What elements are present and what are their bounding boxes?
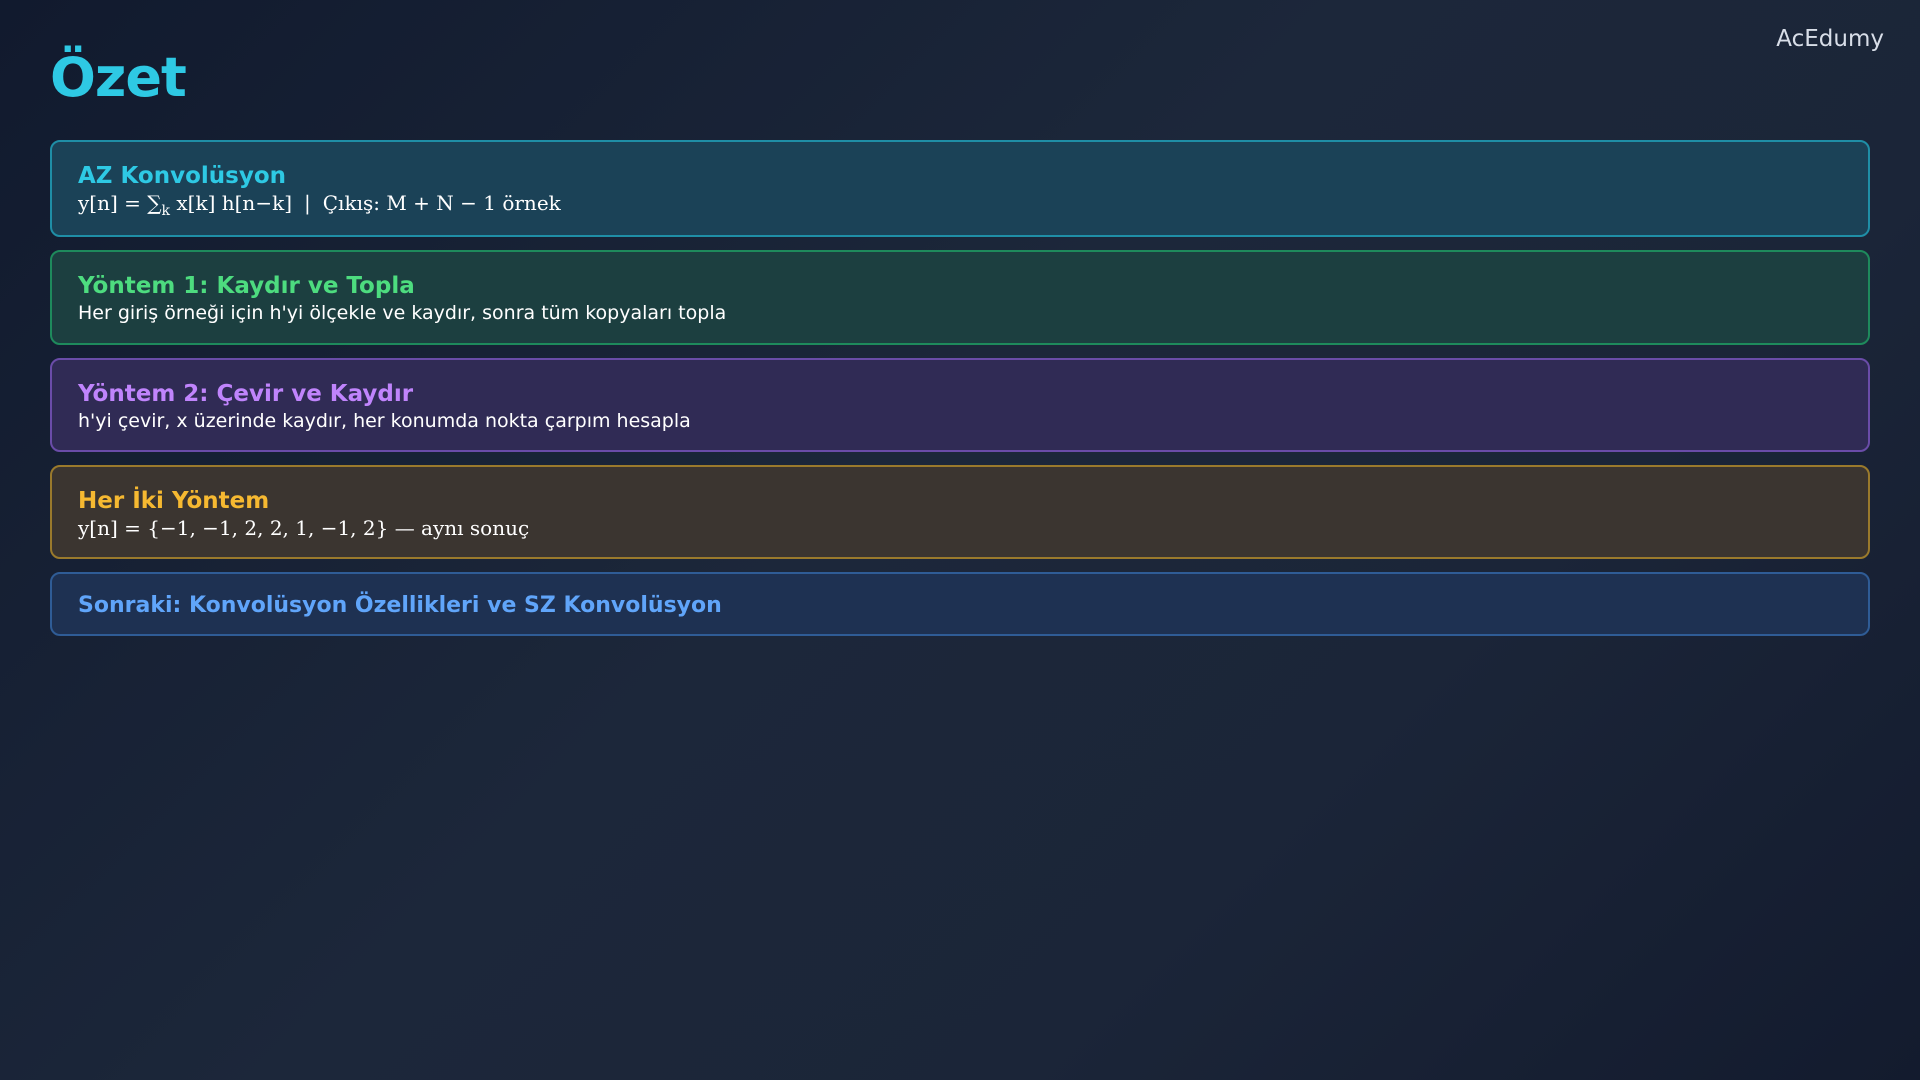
- card-next-topic: Sonraki: Konvolüsyon Özellikleri ve SZ K…: [50, 572, 1870, 636]
- result-formula: y[n] = {−1, −1, 2, 2, 1, −1, 2} — aynı s…: [78, 516, 530, 540]
- card-az-convolution: AZ Konvolüsyon y[n] = ∑k x[k] h[n−k] | Çık…: [50, 140, 1870, 237]
- card-both-methods: Her İki Yöntem y[n] = {−1, −1, 2, 2, 1, …: [50, 465, 1870, 559]
- card-method-2: Yöntem 2: Çevir ve Kaydır h'yi çevir, x …: [50, 358, 1870, 452]
- card-body: h'yi çevir, x üzerinde kaydır, her konum…: [78, 410, 691, 432]
- output-length-text: Çıkış: M + N − 1 örnek: [322, 191, 561, 215]
- formula-rhs: x[k] h[n−k]: [170, 191, 292, 215]
- brand-label: AcEdumy: [1776, 26, 1884, 52]
- formula-lhs: y[n] = ∑: [78, 191, 162, 215]
- next-topic-title: Sonraki: Konvolüsyon Özellikleri ve SZ K…: [78, 593, 722, 618]
- card-title: Yöntem 1: Kaydır ve Topla: [78, 273, 415, 299]
- card-method-1: Yöntem 1: Kaydır ve Topla Her giriş örne…: [50, 250, 1870, 345]
- summary-cards: AZ Konvolüsyon y[n] = ∑k x[k] h[n−k] | Çık…: [50, 140, 1870, 649]
- convolution-formula: y[n] = ∑k x[k] h[n−k] | Çıkış: M + N − 1 ö…: [78, 190, 1842, 224]
- formula-separator: |: [304, 191, 311, 215]
- card-title: Yöntem 2: Çevir ve Kaydır: [78, 381, 414, 407]
- card-body: Her giriş örneği için h'yi ölçekle ve ka…: [78, 302, 727, 324]
- formula-sub: k: [161, 203, 171, 219]
- card-title: Her İki Yöntem: [78, 488, 270, 514]
- card-title: AZ Konvolüsyon: [78, 163, 286, 189]
- page-title: Özet: [50, 46, 187, 109]
